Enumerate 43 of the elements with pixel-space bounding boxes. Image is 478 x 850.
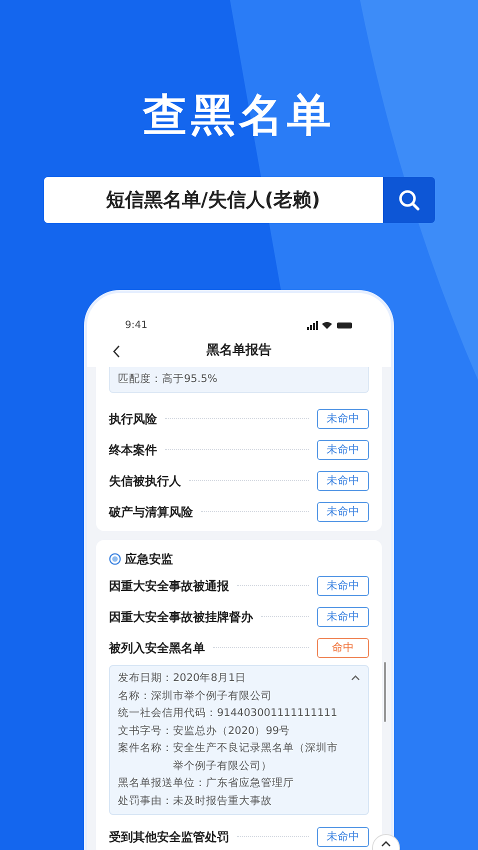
- field-label: 名称：: [118, 688, 151, 704]
- field-value: 广东省应急管理厅: [206, 776, 295, 791]
- field-label: 统一社会信用代码：: [118, 706, 217, 721]
- nav-title: 黑名单报告: [206, 342, 272, 360]
- field-value: 未及时报告重大事故: [173, 794, 273, 808]
- back-icon[interactable]: [113, 344, 120, 358]
- field-value: 安监总办（2020）99号: [173, 724, 292, 738]
- headline: 查黑名单: [143, 89, 335, 143]
- search-icon: [396, 188, 420, 212]
- match-note: 匹配度：高于95.5%: [109, 367, 369, 393]
- field-label: 文书字号：: [118, 724, 173, 738]
- field-value: 安全生产不良记录黑名单（深圳市举个例子有限公司）: [173, 741, 339, 774]
- item-label: 失信被执行人: [109, 472, 181, 490]
- item-label: 破产与清算风险: [109, 504, 193, 520]
- status-button[interactable]: 命中: [317, 638, 369, 658]
- item-label: 终本案件: [109, 442, 157, 458]
- field-value: 深圳市举个例子有限公司: [151, 688, 273, 704]
- field-label: 处罚事由：: [118, 794, 173, 808]
- item-label: 被列入安全黑名单: [109, 640, 205, 656]
- status-button[interactable]: 未命中: [317, 470, 369, 490]
- status-button[interactable]: 未命中: [317, 606, 369, 626]
- search-field[interactable]: 短信黑名单/失信人(老赖): [44, 177, 382, 223]
- section-title: 应急安监: [125, 551, 173, 568]
- status-button[interactable]: 未命中: [317, 826, 369, 846]
- field-value: 914403001111111111: [217, 706, 338, 721]
- status-button[interactable]: 未命中: [317, 440, 369, 460]
- chevron-up-icon[interactable]: [351, 675, 360, 681]
- arrow-up-icon: [381, 841, 391, 847]
- status-button[interactable]: 未命中: [317, 502, 369, 522]
- field-label: 黑名单报送单位：: [118, 776, 206, 791]
- scrollbar: [384, 662, 386, 722]
- item-label: 受到其他安全监管处罚: [109, 828, 229, 846]
- status-button[interactable]: 未命中: [317, 408, 369, 428]
- search-button[interactable]: [382, 177, 434, 223]
- field-label: 案件名称：: [118, 741, 173, 756]
- field-label: 发布日期：: [118, 671, 173, 686]
- status-button[interactable]: 未命中: [317, 576, 369, 596]
- item-label: 执行风险: [109, 410, 157, 428]
- status-icons: [307, 320, 353, 330]
- item-label: 因重大安全事故被挂牌督办: [109, 608, 253, 626]
- status-time: 9:41: [125, 318, 148, 332]
- field-value: 2020年8月1日: [173, 671, 248, 686]
- item-label: 因重大安全事故被通报: [109, 578, 229, 594]
